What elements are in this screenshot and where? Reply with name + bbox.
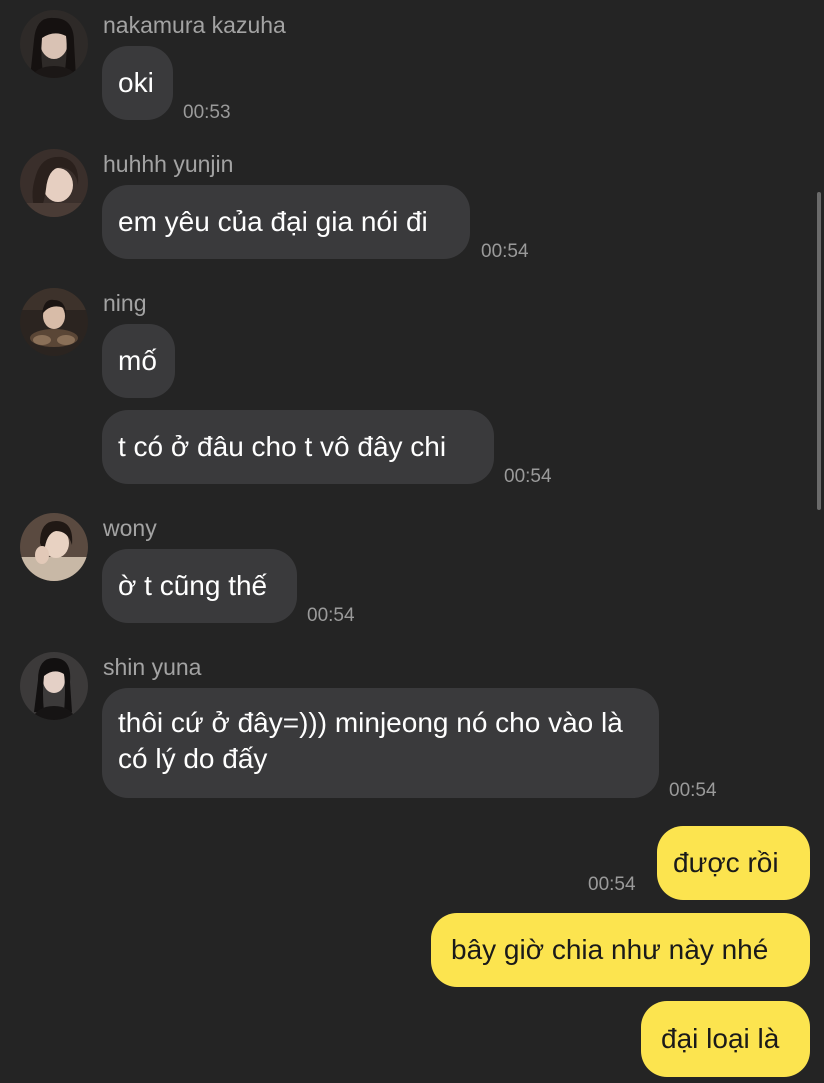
outgoing-message-bubble[interactable]: bây giờ chia như này nhé bbox=[431, 913, 810, 987]
avatar-photo bbox=[20, 652, 88, 720]
message-text: bây giờ chia như này nhé bbox=[451, 934, 769, 965]
avatar-photo bbox=[20, 513, 88, 581]
sender-name: shin yuna bbox=[103, 654, 202, 680]
message-bubble[interactable]: thôi cứ ở đây=))) minjeong nó cho vào là… bbox=[102, 688, 659, 798]
avatar-photo bbox=[20, 10, 88, 78]
message-bubble[interactable]: mố bbox=[102, 324, 175, 398]
message-time: 00:54 bbox=[669, 780, 717, 801]
message-time: 00:54 bbox=[481, 241, 529, 262]
avatar-photo bbox=[20, 288, 88, 356]
message-text: t có ở đâu cho t vô đây chi bbox=[118, 431, 447, 462]
avatar-huhhh-yunjin[interactable] bbox=[20, 149, 88, 217]
sender-name: wony bbox=[103, 515, 157, 541]
message-time: 00:53 bbox=[183, 102, 231, 123]
avatar-ning[interactable] bbox=[20, 288, 88, 356]
message-text: thôi cứ ở đây=))) minjeong nó cho vào là… bbox=[118, 707, 623, 774]
message-bubble[interactable]: em yêu của đại gia nói đi bbox=[102, 185, 470, 259]
message-bubble[interactable]: oki bbox=[102, 46, 173, 120]
outgoing-message-bubble[interactable]: đại loại là bbox=[641, 1001, 810, 1077]
message-text: oki bbox=[118, 67, 154, 98]
avatar-wony[interactable] bbox=[20, 513, 88, 581]
message-time: 00:54 bbox=[307, 605, 355, 626]
sender-name: huhhh yunjin bbox=[103, 151, 234, 177]
message-text: đại loại là bbox=[661, 1023, 780, 1054]
avatar-shin-yuna[interactable] bbox=[20, 652, 88, 720]
avatar-nakamura-kazuha[interactable] bbox=[20, 10, 88, 78]
message-text: mố bbox=[118, 345, 157, 376]
sender-name: nakamura kazuha bbox=[103, 12, 286, 38]
outgoing-message-bubble[interactable]: được rồi bbox=[657, 826, 810, 900]
message-text: em yêu của đại gia nói đi bbox=[118, 206, 428, 237]
message-text: được rồi bbox=[673, 847, 779, 878]
message-bubble[interactable]: t có ở đâu cho t vô đây chi bbox=[102, 410, 494, 484]
message-time: 00:54 bbox=[504, 466, 552, 487]
message-time: 00:54 bbox=[588, 874, 636, 895]
avatar-photo bbox=[20, 149, 88, 217]
scrollbar[interactable] bbox=[817, 192, 821, 510]
message-bubble[interactable]: ờ t cũng thế bbox=[102, 549, 297, 623]
sender-name: ning bbox=[103, 290, 147, 316]
message-text: ờ t cũng thế bbox=[118, 570, 268, 601]
